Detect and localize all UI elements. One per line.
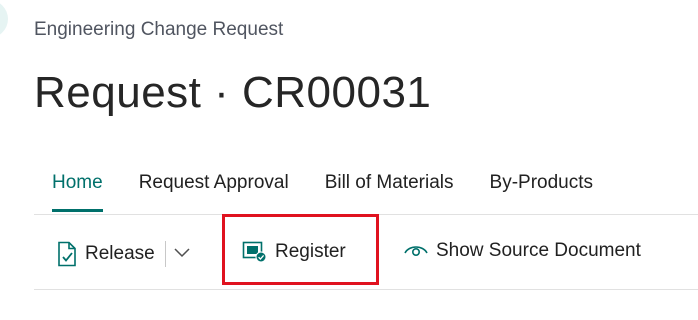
release-document-icon (56, 241, 78, 267)
divider (34, 289, 698, 290)
show-source-document-label: Show Source Document (436, 240, 641, 261)
split-separator (164, 241, 166, 267)
tab-home[interactable]: Home (52, 172, 103, 212)
register-label: Register (275, 241, 346, 262)
release-more-button[interactable] (172, 245, 192, 264)
breadcrumb: Engineering Change Request (34, 19, 284, 40)
tab-bill-of-materials[interactable]: Bill of Materials (325, 172, 454, 204)
action-bar: Release (56, 236, 192, 272)
page-title: Request · CR00031 (34, 68, 432, 117)
tab-request-approval[interactable]: Request Approval (139, 172, 289, 204)
register-icon (242, 240, 268, 264)
show-source-document-button[interactable]: Show Source Document (403, 240, 641, 262)
release-button[interactable]: Release (56, 241, 155, 267)
action-tabs: Home Request Approval Bill of Materials … (52, 172, 629, 212)
register-button[interactable]: Register (242, 240, 346, 264)
release-label: Release (85, 243, 155, 264)
avatar[interactable] (0, 0, 8, 38)
tab-by-products[interactable]: By-Products (490, 172, 593, 204)
chevron-down-icon (172, 245, 192, 264)
eye-icon (403, 241, 429, 261)
